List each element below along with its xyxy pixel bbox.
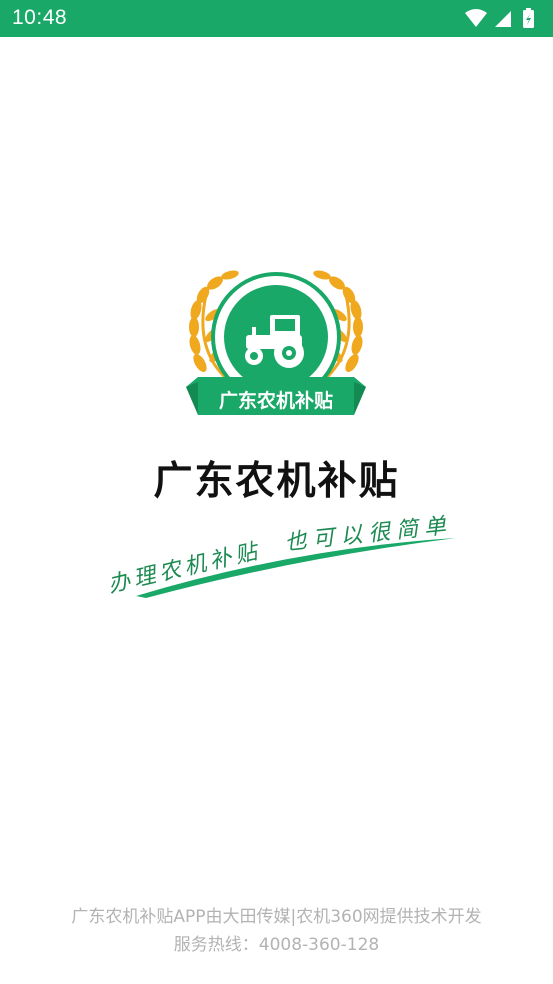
slogan: 办理农机补贴 也可以很简单 (96, 508, 466, 603)
footer-credit: 广东农机补贴APP由大田传媒|农机360网提供技术开发 (71, 907, 482, 927)
app-logo: 广东农机补贴 (186, 265, 366, 420)
status-time: 10:48 (12, 6, 68, 29)
logo-badge-text: 广东农机补贴 (219, 389, 333, 412)
battery-icon (523, 8, 534, 28)
status-icons (463, 8, 543, 30)
wifi-icon (465, 9, 487, 27)
footer-hotline: 服务热线：4008-360-128 (173, 935, 380, 955)
status-bar: 10:48 (0, 0, 553, 37)
app-name: 广东农机补贴 (153, 459, 400, 504)
footer: 广东农机补贴APP由大田传媒|农机360网提供技术开发 服务热线：4008-36… (0, 903, 553, 959)
signal-icon (495, 11, 511, 27)
